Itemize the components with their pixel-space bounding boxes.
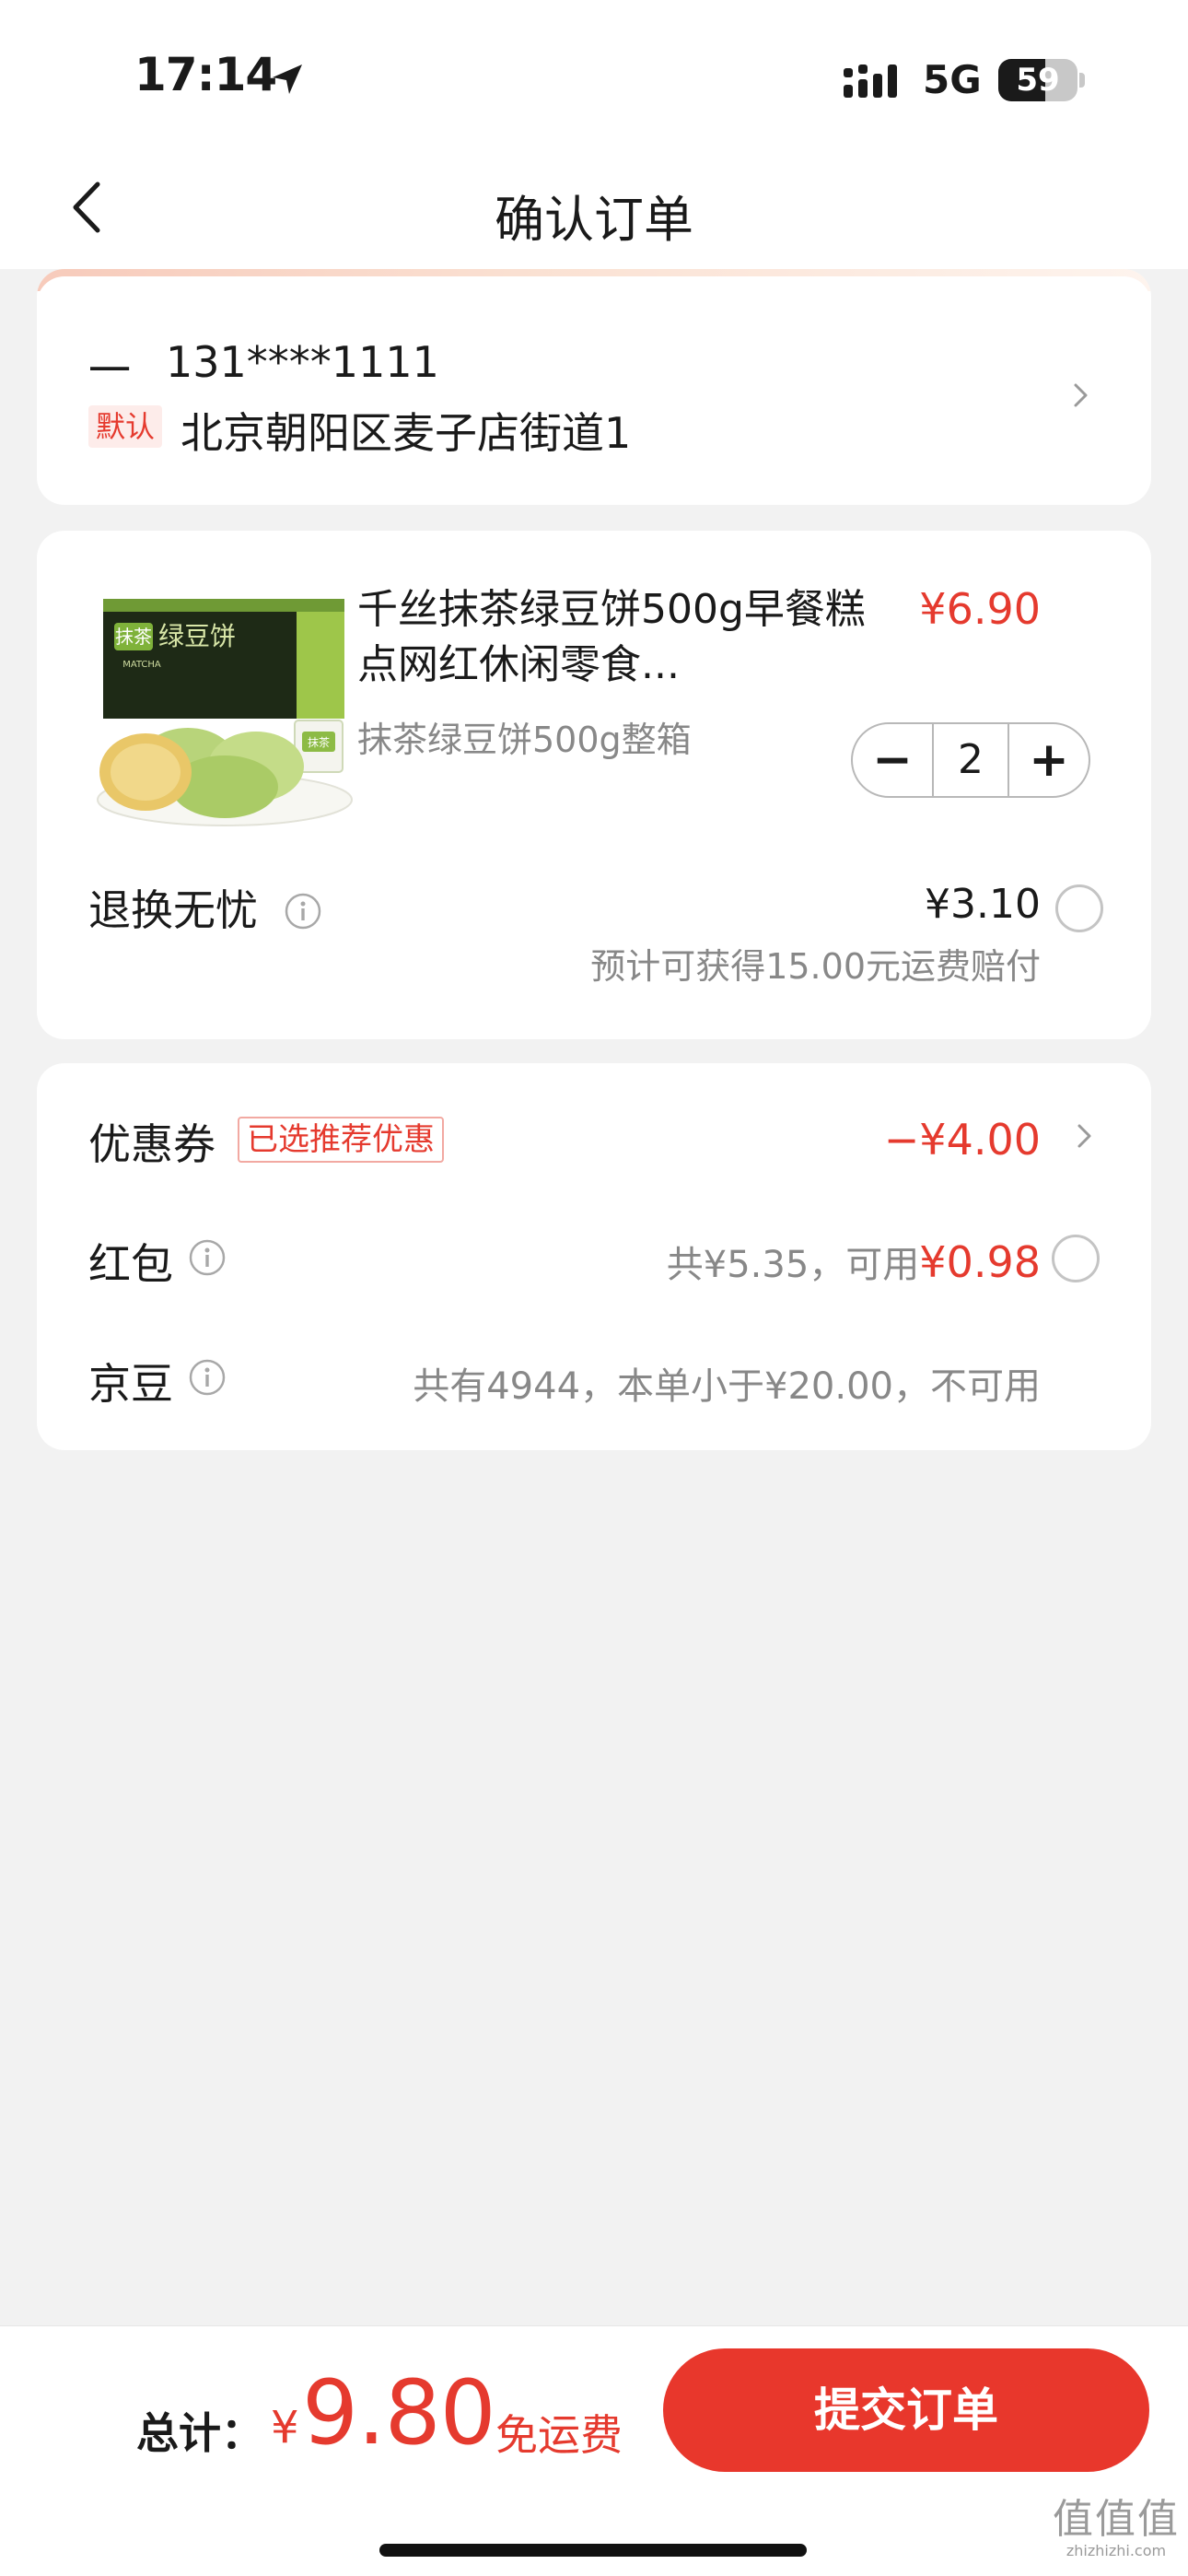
shipping-note: 免运费 — [495, 2410, 623, 2460]
watermark: 值值值 zhizhizhi.com — [1052, 2498, 1181, 2560]
address-card[interactable]: 一 131****1111 默认 北京朝阳区麦子店街道1 — [37, 269, 1151, 505]
recipient-name: 一 — [88, 345, 131, 395]
product-spec: 抹茶绿豆饼500g整箱 — [357, 720, 692, 760]
total-label: 总计： — [136, 2408, 263, 2458]
quantity-increase-button[interactable]: + — [1009, 724, 1089, 796]
nav-bar: 确认订单 — [0, 147, 1188, 269]
box-brand-tag: 抹茶 — [115, 626, 152, 648]
battery-icon: 59 — [998, 59, 1085, 101]
network-label: 5G — [923, 57, 982, 102]
jingdou-text: 共有4944，本单小于¥20.00，不可用 — [413, 1365, 1041, 1408]
discount-card: 优惠券 已选推荐优惠 −¥4.00 红包 共¥5.35，可用¥0.98 京豆 共… — [37, 1063, 1151, 1450]
chevron-right-icon[interactable] — [1070, 1122, 1098, 1150]
home-indicator[interactable] — [379, 2544, 807, 2557]
product-price: ¥6.90 — [919, 584, 1041, 634]
default-address-tag: 默认 — [88, 405, 163, 448]
watermark-url: zhizhizhi.com — [1066, 2542, 1167, 2559]
small-pack-label: 抹茶 — [308, 735, 330, 749]
return-service-radio[interactable] — [1055, 884, 1103, 932]
return-service-price: ¥3.10 — [925, 881, 1041, 928]
submit-order-button[interactable]: 提交订单 — [663, 2348, 1149, 2472]
location-arrow-icon — [273, 64, 302, 94]
page-title: 确认订单 — [495, 191, 693, 249]
red-packet-prefix: 共¥5.35，可用 — [666, 1244, 920, 1286]
info-icon[interactable] — [188, 1238, 227, 1277]
quantity-value[interactable]: 2 — [932, 724, 1009, 796]
return-service-label: 退换无忧 — [88, 885, 258, 935]
box-title: 绿豆饼 — [158, 621, 236, 651]
coupon-label: 优惠券 — [88, 1119, 215, 1169]
red-packet-radio[interactable] — [1052, 1235, 1100, 1282]
coupon-tag: 已选推荐优惠 — [238, 1117, 444, 1163]
battery-level: 59 — [1016, 62, 1060, 99]
product-image[interactable]: 抹茶 绿豆饼 MATCHA 抹茶 — [87, 582, 363, 833]
red-packet-text: 共¥5.35，可用¥0.98 — [667, 1235, 1041, 1288]
jingdou-label: 京豆 — [88, 1359, 173, 1409]
signal-bars-icon — [844, 64, 897, 98]
total-amount: 9.80 — [302, 2361, 496, 2465]
quantity-stepper: − 2 + — [851, 722, 1090, 798]
status-time: 17:14 — [134, 48, 277, 101]
bottom-bar: 总计： ¥ 9.80 免运费 提交订单 值值值 zhizhizhi.com — [0, 2325, 1188, 2576]
box-label: MATCHA — [122, 660, 161, 670]
quantity-decrease-button[interactable]: − — [853, 724, 932, 796]
product-title[interactable]: 千丝抹茶绿豆饼500g早餐糕点网红休闲零食... — [357, 582, 873, 693]
red-packet-label: 红包 — [88, 1239, 173, 1289]
product-card: 抹茶 绿豆饼 MATCHA 抹茶 千丝抹茶绿豆饼500g早餐糕点网红休闲零食..… — [37, 531, 1151, 1039]
status-bar: 17:14 5G 59 — [0, 0, 1188, 147]
coupon-amount[interactable]: −¥4.00 — [884, 1115, 1041, 1165]
recipient-phone: 131****1111 — [166, 337, 439, 387]
info-icon[interactable] — [188, 1358, 227, 1397]
chevron-right-icon[interactable] — [1066, 381, 1094, 409]
return-service-note: 预计可获得15.00元运费赔付 — [590, 946, 1041, 987]
info-icon[interactable] — [284, 892, 322, 931]
address-text: 北京朝阳区麦子店街道1 — [181, 408, 632, 458]
red-packet-available: ¥0.98 — [919, 1237, 1041, 1287]
watermark-logo: 值值值 — [1053, 2496, 1180, 2543]
total-currency: ¥ — [271, 2402, 299, 2453]
